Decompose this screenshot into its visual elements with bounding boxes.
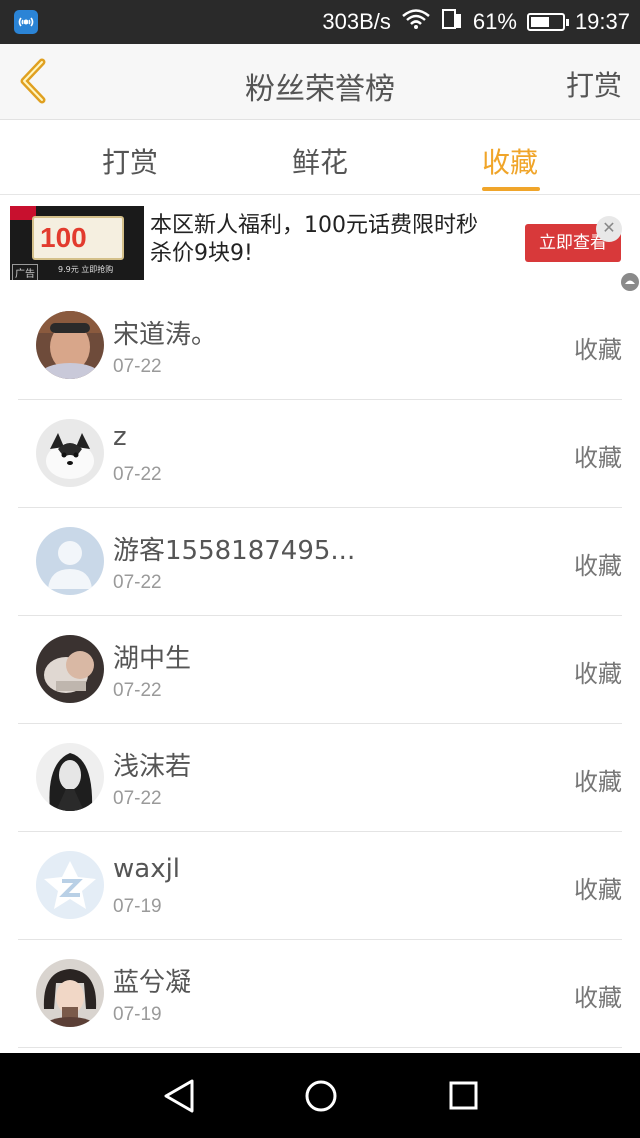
tab-bar: 打赏 鲜花 收藏 (0, 121, 640, 195)
avatar[interactable] (36, 635, 104, 703)
list-item[interactable]: 湖中生 07-22 收藏 (18, 616, 622, 724)
battery-icon (526, 13, 569, 31)
page-title: 粉丝荣誉榜 (245, 72, 395, 107)
qq-logo-icon[interactable] (36, 851, 104, 919)
tab-favorites[interactable]: 收藏 (450, 141, 570, 181)
list-item[interactable]: 宋道涛。 07-22 收藏 (18, 292, 622, 400)
avatar[interactable] (36, 743, 104, 811)
list-item[interactable]: z 07-22 收藏 (18, 400, 622, 508)
action-label: 收藏 (574, 444, 622, 472)
coupon-amount: 100 (40, 222, 87, 253)
date: 07-19 (113, 896, 162, 917)
avatar[interactable] (36, 311, 104, 379)
avatar[interactable] (36, 419, 104, 487)
ad-info-icon[interactable] (621, 273, 639, 291)
wifi-icon (401, 8, 431, 36)
date: 07-19 (113, 1004, 162, 1025)
action-label: 收藏 (574, 552, 622, 580)
recents-nav-icon[interactable] (449, 1081, 478, 1110)
home-nav-icon[interactable] (305, 1080, 337, 1112)
avatar[interactable] (36, 959, 104, 1027)
battery-percent: 61% (472, 9, 517, 34)
coupon-graphic: 100 (32, 216, 124, 260)
date: 07-22 (113, 788, 162, 809)
user-name: 湖中生 (113, 644, 192, 674)
list-item[interactable]: 蓝兮凝 07-19 收藏 (18, 940, 622, 1048)
action-label: 收藏 (574, 984, 622, 1012)
network-speed: 303B/s (322, 9, 391, 34)
ad-label: 广告 (12, 264, 38, 280)
ad-image-subtext: 9.9元 立即抢购 (58, 265, 114, 274)
fan-list: 宋道涛。 07-22 收藏 z 07-22 收藏 游客1558187495...… (0, 292, 640, 1048)
ad-banner[interactable]: 100 9.9元 立即抢购 广告 本区新人福利，100元话费限时秒杀价9块9! … (0, 196, 640, 288)
date: 07-22 (113, 464, 162, 485)
sim-icon (441, 8, 463, 36)
clock: 19:37 (574, 9, 630, 34)
active-tab-indicator (482, 187, 540, 191)
reward-button[interactable]: 打赏 (566, 64, 622, 104)
system-nav-bar (0, 1053, 640, 1138)
date: 07-22 (113, 680, 162, 701)
user-name: z (113, 422, 127, 452)
app-notification-icon (14, 10, 38, 34)
action-label: 收藏 (574, 660, 622, 688)
date: 07-22 (113, 572, 162, 593)
user-name: waxjl (113, 854, 181, 884)
list-item[interactable]: 游客1558187495... 07-22 收藏 (18, 508, 622, 616)
list-item[interactable]: waxjl 07-19 收藏 (18, 832, 622, 940)
list-item[interactable]: 浅沫若 07-22 收藏 (18, 724, 622, 832)
ad-text: 本区新人福利，100元话费限时秒杀价9块9! (150, 213, 478, 266)
user-name: 游客1558187495... (113, 536, 356, 566)
ad-image: 100 9.9元 立即抢购 广告 (10, 206, 144, 280)
action-label: 收藏 (574, 336, 622, 364)
header: 粉丝荣誉榜 打赏 (0, 44, 640, 120)
status-bar: 303B/s 61% 19:37 (0, 0, 640, 44)
action-label: 收藏 (574, 876, 622, 904)
date: 07-22 (113, 356, 162, 377)
user-name: 浅沫若 (113, 752, 192, 782)
user-name: 宋道涛。 (113, 320, 218, 350)
default-user-icon[interactable] (36, 527, 104, 595)
tab-reward[interactable]: 打赏 (70, 141, 190, 181)
action-label: 收藏 (574, 768, 622, 796)
tab-flowers[interactable]: 鲜花 (260, 141, 380, 181)
user-name: 蓝兮凝 (113, 968, 192, 998)
back-nav-icon[interactable] (164, 1079, 194, 1113)
ad-close-icon[interactable]: ✕ (596, 216, 622, 242)
